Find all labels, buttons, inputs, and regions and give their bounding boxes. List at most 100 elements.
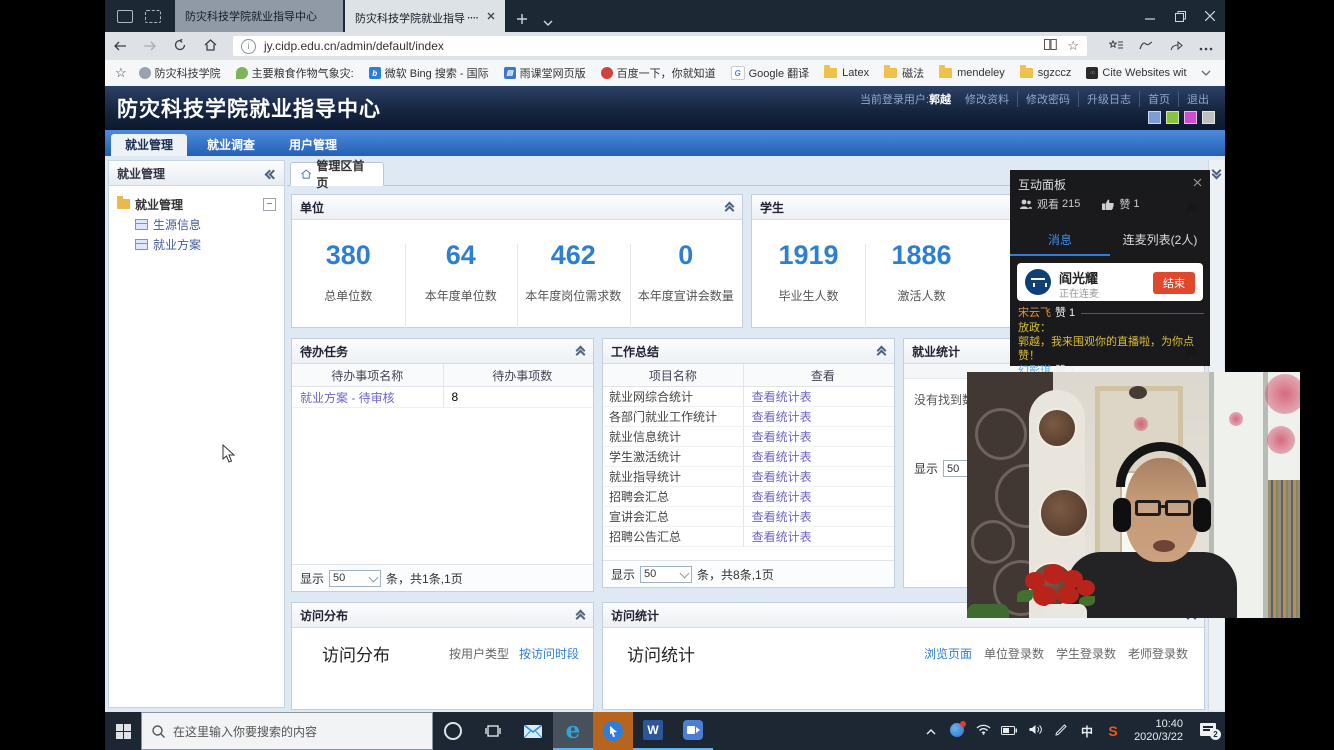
bookmark-item[interactable]: 雨课堂网页版 bbox=[504, 65, 586, 81]
taskbar-clock[interactable]: 10:40 2020/3/22 bbox=[1134, 718, 1183, 744]
view-stats-link[interactable]: 查看统计表 bbox=[743, 467, 894, 486]
bookmark-item[interactable]: Google 翻译 bbox=[731, 65, 810, 81]
close-window-button[interactable] bbox=[1195, 0, 1225, 32]
streaming-app-icon[interactable] bbox=[593, 712, 633, 750]
bookmark-item[interactable]: sgzccz bbox=[1020, 65, 1072, 81]
add-favorite-star-icon[interactable]: ☆ bbox=[115, 65, 127, 81]
sidebar-tree-root[interactable]: 就业管理 − bbox=[117, 194, 276, 214]
tab-title: 防灾科技学院就业指导᠁ bbox=[355, 7, 487, 26]
restore-button[interactable] bbox=[1165, 0, 1195, 32]
end-mic-button[interactable]: 结束 bbox=[1153, 272, 1195, 294]
word-app-icon[interactable] bbox=[633, 712, 673, 750]
new-tab-button[interactable] bbox=[517, 11, 527, 29]
sidebar-tree-item[interactable]: 就业方案 bbox=[135, 234, 276, 254]
collapse-panel-icon[interactable] bbox=[724, 202, 734, 213]
view-stats-link[interactable]: 查看统计表 bbox=[743, 407, 894, 426]
refresh-icon[interactable] bbox=[165, 38, 195, 54]
view-stats-link[interactable]: 查看统计表 bbox=[743, 487, 894, 506]
mail-app-icon[interactable] bbox=[513, 712, 553, 750]
browser-tab[interactable]: 防灾科技学院就业指导中心 bbox=[175, 0, 343, 32]
view-stats-link[interactable]: 查看统计表 bbox=[743, 527, 894, 546]
battery-icon[interactable] bbox=[996, 724, 1022, 738]
tab-preview-icon[interactable] bbox=[145, 10, 161, 23]
chart-mode-link[interactable]: 按用户类型 bbox=[449, 645, 509, 662]
tab-list-chevron-icon[interactable] bbox=[543, 13, 553, 31]
tree-collapse-icon[interactable]: − bbox=[263, 198, 276, 211]
bookmark-item[interactable]: 磁法 bbox=[884, 65, 924, 81]
todo-item-link[interactable]: 就业方案 - 待审核 bbox=[292, 389, 443, 406]
pen-icon[interactable] bbox=[1048, 724, 1074, 739]
browser-tab-active[interactable]: 防灾科技学院就业指导᠁ bbox=[345, 0, 505, 32]
live-panel-tab[interactable]: 消息 bbox=[1010, 228, 1110, 256]
favorites-list-icon[interactable] bbox=[1101, 38, 1131, 54]
collapse-east-icon[interactable] bbox=[1211, 166, 1221, 177]
reading-view-icon[interactable] bbox=[1044, 39, 1057, 53]
bookmark-item[interactable]: 防灾科技学院 bbox=[139, 65, 221, 81]
forward-icon[interactable] bbox=[135, 38, 165, 54]
live-panel-close-icon[interactable] bbox=[1193, 178, 1202, 187]
ink-pen-icon[interactable] bbox=[1131, 38, 1161, 54]
view-stats-link[interactable]: 查看统计表 bbox=[743, 507, 894, 526]
bookmarks-overflow-chevron-icon[interactable] bbox=[1201, 67, 1211, 79]
set-aside-tabs-icon[interactable] bbox=[117, 10, 133, 23]
header-link[interactable]: 修改资料 bbox=[957, 91, 1017, 107]
wifi-icon[interactable] bbox=[970, 724, 996, 738]
header-link[interactable]: 修改密码 bbox=[1017, 91, 1078, 107]
sidebar-tree-item[interactable]: 生源信息 bbox=[135, 214, 276, 234]
nav-tab[interactable]: 就业管理 bbox=[111, 134, 187, 156]
theme-swatch[interactable] bbox=[1184, 111, 1197, 124]
view-stats-link[interactable]: 查看统计表 bbox=[743, 447, 894, 466]
content-tab-home[interactable]: 管理区首页 bbox=[290, 162, 384, 186]
favorite-star-icon[interactable]: ☆ bbox=[1067, 38, 1079, 54]
bookmark-item[interactable]: mendeley bbox=[939, 65, 1005, 81]
page-size-select[interactable]: 50 bbox=[329, 570, 381, 587]
start-button[interactable] bbox=[105, 712, 141, 750]
webcam-video[interactable] bbox=[967, 372, 1300, 618]
edge-app-icon[interactable] bbox=[553, 712, 593, 750]
bookmark-item[interactable]: 主要粮食作物气象灾: bbox=[236, 65, 354, 81]
bookmark-item[interactable]: Latex bbox=[824, 65, 869, 81]
bookmark-item[interactable]: Cite Websites with a l bbox=[1086, 65, 1187, 81]
notification-center-icon[interactable]: 2 bbox=[1191, 723, 1225, 739]
tray-app-icon[interactable] bbox=[944, 723, 970, 740]
nav-tab[interactable]: 用户管理 bbox=[275, 134, 351, 156]
theme-swatch[interactable] bbox=[1166, 111, 1179, 124]
home-icon[interactable] bbox=[195, 38, 225, 54]
taskbar-search-box[interactable]: 在这里输入你要搜索的内容 bbox=[141, 712, 433, 750]
live-panel-tab[interactable]: 连麦列表(2人) bbox=[1110, 228, 1210, 256]
header-link[interactable]: 首页 bbox=[1139, 91, 1178, 107]
nav-tab[interactable]: 就业调查 bbox=[193, 134, 269, 156]
collapse-panel-icon[interactable] bbox=[876, 346, 886, 357]
ime-indicator[interactable]: 中 bbox=[1074, 723, 1100, 740]
back-icon[interactable] bbox=[105, 38, 135, 54]
volume-icon[interactable] bbox=[1022, 724, 1048, 738]
task-view-button[interactable] bbox=[473, 712, 513, 750]
url-field[interactable]: i jy.cidp.edu.cn/admin/default/index ☆ bbox=[233, 36, 1087, 56]
header-link[interactable]: 升级日志 bbox=[1078, 91, 1139, 107]
bookmark-item[interactable]: 百度一下，你就知道 bbox=[601, 65, 716, 81]
page-size-select[interactable]: 50 bbox=[640, 566, 692, 583]
bookmark-item[interactable]: 微软 Bing 搜索 - 国际 bbox=[369, 65, 489, 81]
sidebar-collapse-icon[interactable] bbox=[266, 168, 276, 179]
chart-mode-link[interactable]: 老师登录数 bbox=[1128, 645, 1188, 662]
sogou-icon[interactable]: S bbox=[1100, 723, 1126, 739]
tray-chevron-icon[interactable] bbox=[918, 724, 944, 738]
chart-mode-link[interactable]: 按访问时段 bbox=[519, 645, 579, 662]
view-stats-link[interactable]: 查看统计表 bbox=[743, 387, 894, 406]
theme-swatch[interactable] bbox=[1148, 111, 1161, 124]
info-icon[interactable]: i bbox=[241, 39, 256, 54]
tab-close-icon[interactable] bbox=[487, 12, 495, 20]
header-link[interactable]: 退出 bbox=[1178, 91, 1217, 107]
view-stats-link[interactable]: 查看统计表 bbox=[743, 427, 894, 446]
chart-mode-link[interactable]: 浏览页面 bbox=[924, 645, 972, 662]
chart-mode-link[interactable]: 单位登录数 bbox=[984, 645, 1044, 662]
collapse-panel-icon[interactable] bbox=[575, 346, 585, 357]
collapse-panel-icon[interactable] bbox=[575, 610, 585, 621]
share-icon[interactable] bbox=[1161, 38, 1191, 54]
chart-mode-link[interactable]: 学生登录数 bbox=[1056, 645, 1116, 662]
more-options-icon[interactable] bbox=[1191, 38, 1221, 54]
video-app-icon[interactable] bbox=[673, 712, 713, 750]
cortana-button[interactable] bbox=[433, 712, 473, 750]
theme-swatch[interactable] bbox=[1202, 111, 1215, 124]
minimize-button[interactable] bbox=[1135, 0, 1165, 32]
